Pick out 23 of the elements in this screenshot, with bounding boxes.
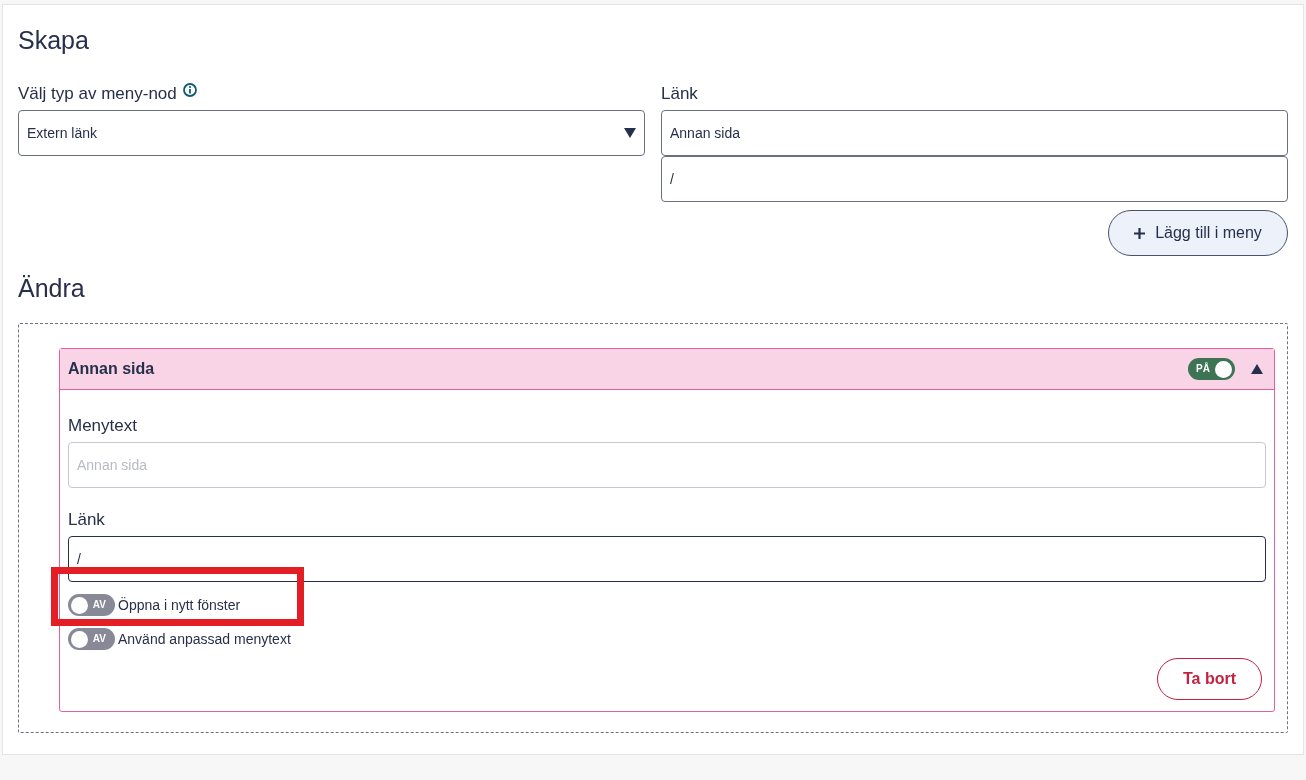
knob-icon: [71, 596, 88, 614]
field-label: Välj typ av meny-nod: [18, 83, 177, 105]
knob-icon: [71, 630, 88, 648]
field-label: Länk: [661, 83, 698, 105]
section-heading: Skapa: [18, 25, 89, 56]
text-field[interactable]: Annan sida: [661, 110, 1288, 156]
type-select[interactable]: Extern länk: [18, 110, 645, 156]
text-field[interactable]: /: [68, 536, 1266, 582]
option-label: Öppna i nytt fönster: [118, 595, 241, 615]
plus-icon: [1134, 227, 1146, 239]
field-label: Länk: [68, 509, 105, 531]
field-label: Menytext: [68, 415, 137, 437]
text-field[interactable]: Annan sida: [68, 442, 1266, 488]
dropdown-caret-icon: [624, 128, 636, 138]
caret-icon[interactable]: [1251, 364, 1263, 374]
option-label: Använd anpassad menytext: [118, 629, 291, 649]
add-to-menu-button[interactable]: Lägg till i meny: [1108, 210, 1288, 256]
knob-icon: [1215, 360, 1232, 378]
section-heading: Ändra: [18, 273, 85, 304]
info-icon[interactable]: [182, 83, 197, 97]
toggle-switch[interactable]: PÅ: [1188, 358, 1235, 380]
text-field[interactable]: /: [661, 156, 1288, 202]
card-title: Annan sida: [68, 359, 156, 379]
